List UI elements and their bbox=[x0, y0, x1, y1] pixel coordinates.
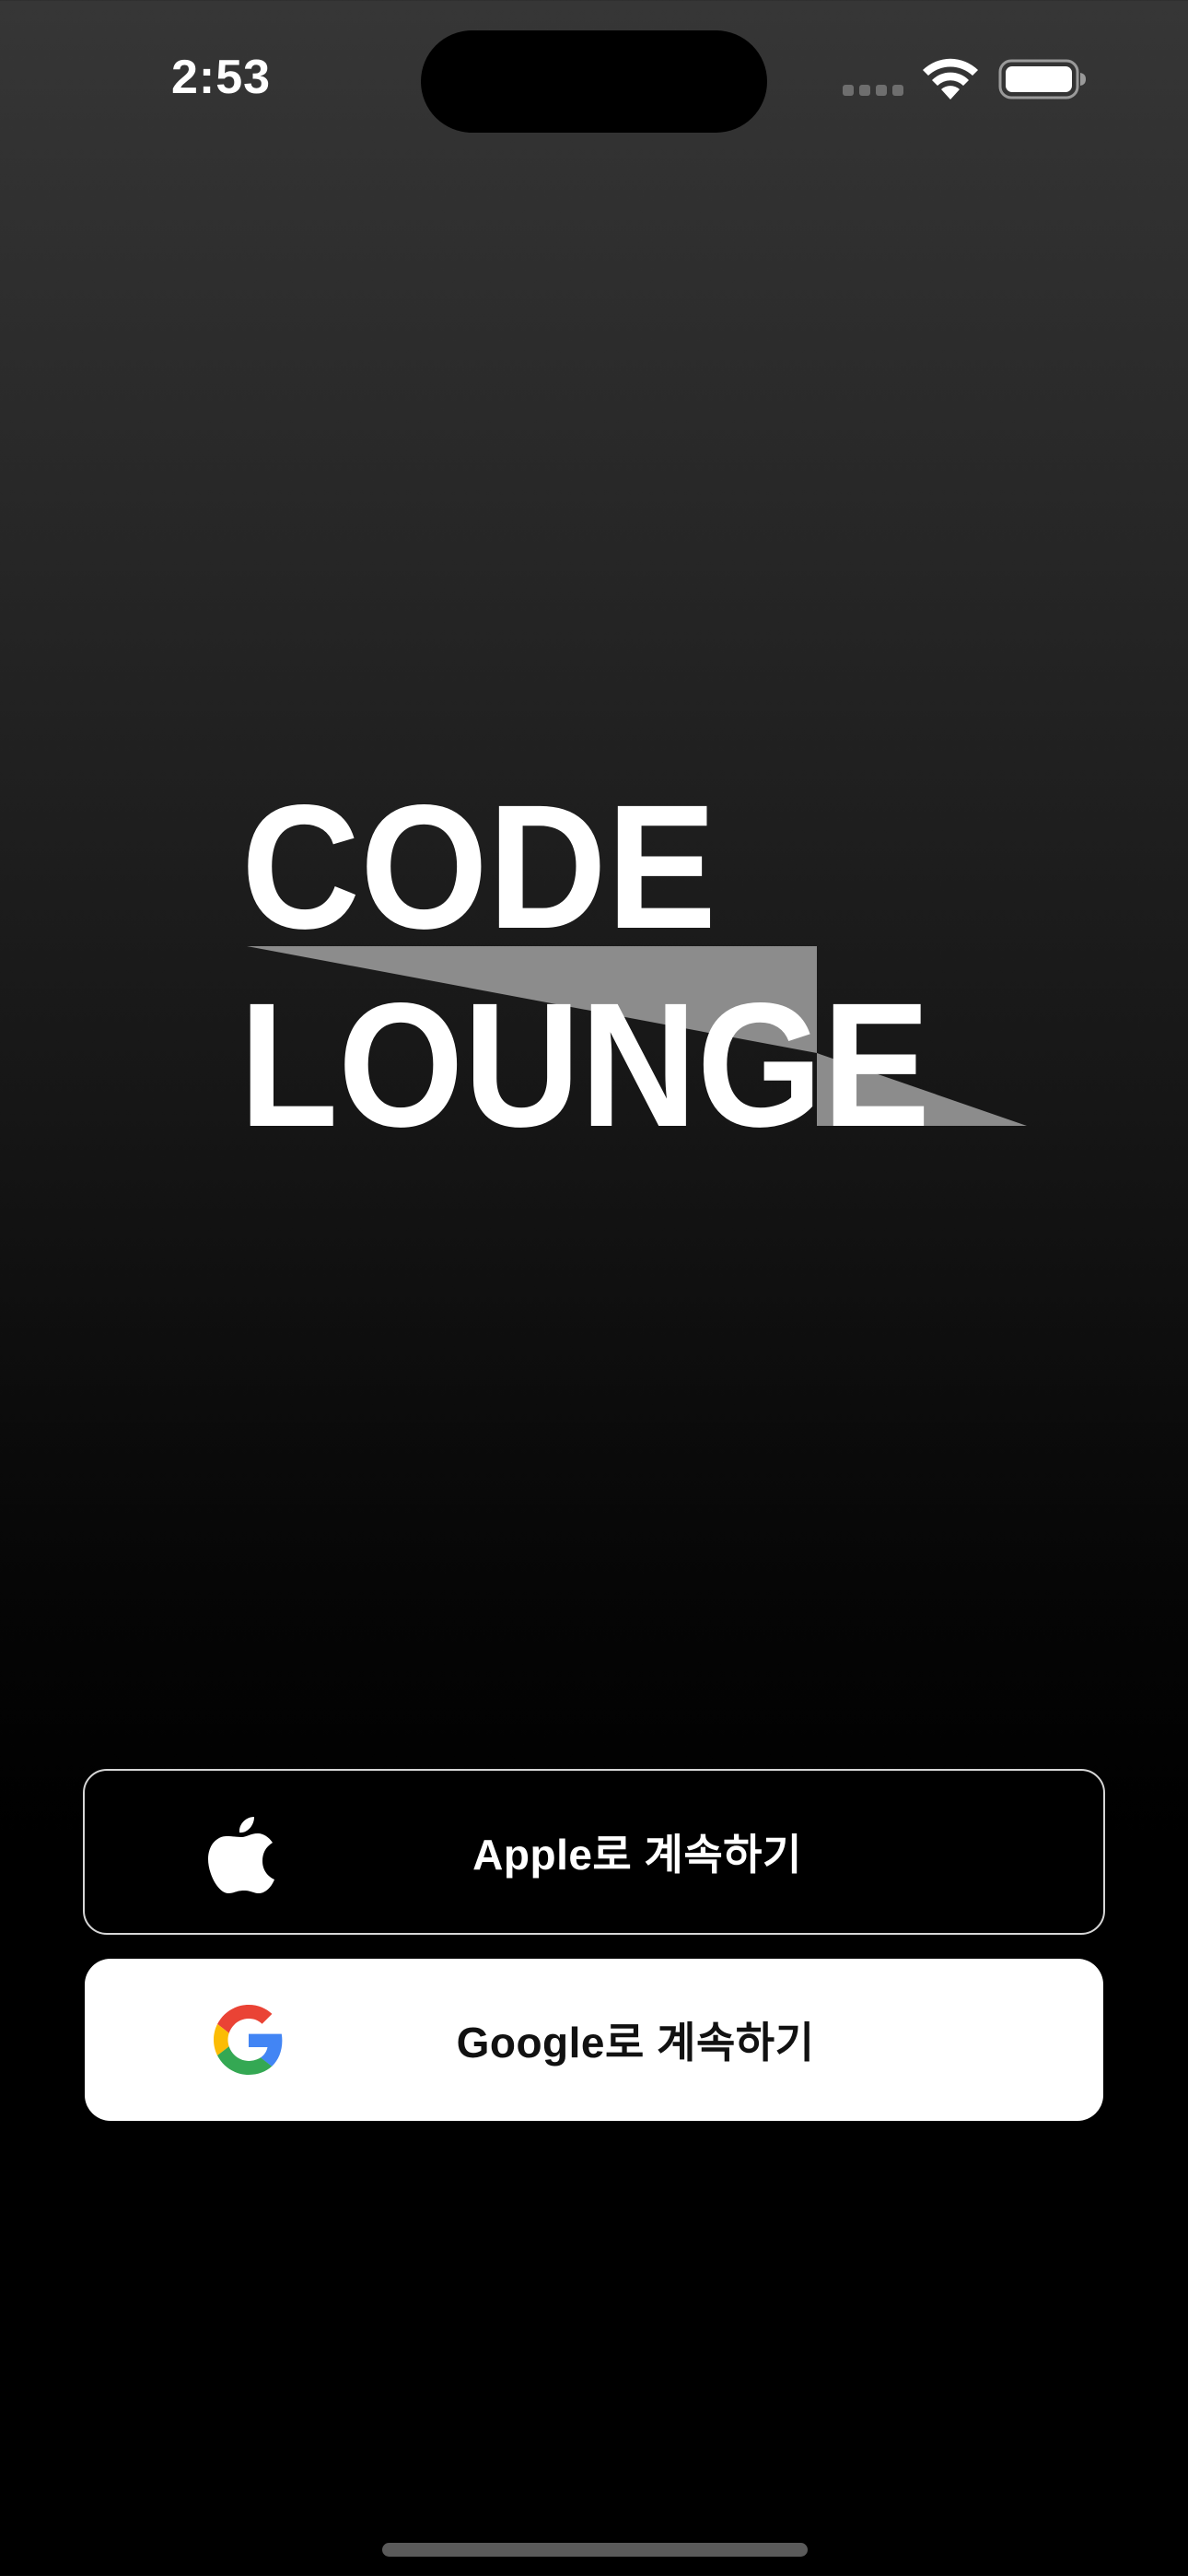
logo-line-lounge: LOUNGE bbox=[239, 966, 930, 1164]
google-login-label: Google로 계속하기 bbox=[456, 2019, 815, 2067]
apple-login-label: Apple로 계속하기 bbox=[472, 1831, 802, 1879]
logo-graphic: CODE LOUNGE bbox=[239, 767, 1027, 1164]
apple-login-button[interactable]: Apple로 계속하기 bbox=[83, 1769, 1105, 1935]
home-indicator[interactable] bbox=[382, 2543, 808, 2557]
google-login-button[interactable]: Google로 계속하기 bbox=[85, 1959, 1103, 2121]
logo-line-code: CODE bbox=[241, 767, 716, 966]
code-lounge-logo: CODE LOUNGE bbox=[0, 0, 1188, 1198]
